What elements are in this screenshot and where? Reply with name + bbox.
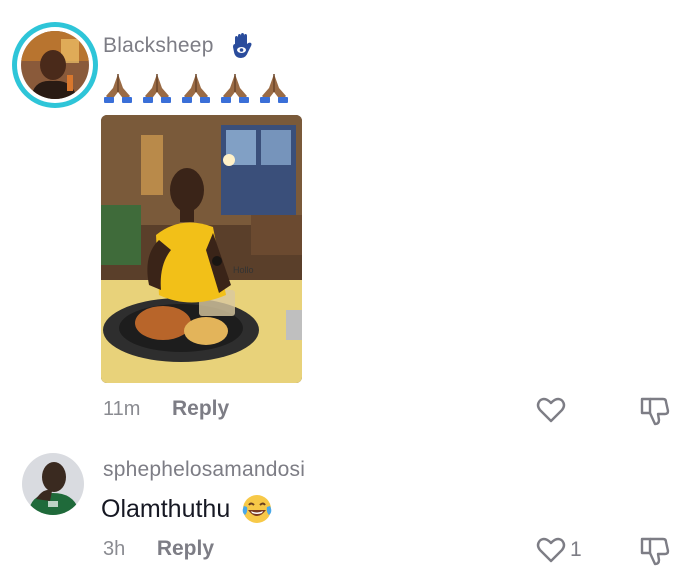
comment-meta: 3h Reply bbox=[103, 537, 214, 561]
folded-hands-icon bbox=[104, 74, 132, 103]
comment-time: 11m bbox=[103, 398, 141, 420]
folded-hands-icon bbox=[182, 74, 210, 103]
thumbs-down-icon[interactable] bbox=[637, 393, 671, 427]
comment-text-value: Olamthuthu bbox=[101, 494, 231, 523]
heart-icon[interactable] bbox=[535, 534, 567, 566]
folded-hands-icon bbox=[221, 74, 249, 103]
reply-button[interactable]: Reply bbox=[172, 397, 229, 420]
hamsa-hand-icon bbox=[233, 33, 252, 58]
comment-text: Olamthuthu bbox=[101, 492, 274, 526]
folded-hands-icon bbox=[260, 74, 288, 103]
comment-emoji-row bbox=[101, 70, 291, 104]
like-count: 1 bbox=[570, 538, 582, 561]
tears-of-joy-icon bbox=[242, 495, 272, 523]
comment-username[interactable]: sphephelosamandosi bbox=[103, 458, 305, 482]
avatar[interactable] bbox=[12, 22, 98, 108]
comment-item: Blacksheep Hollo 11m Reply bbox=[0, 0, 700, 440]
avatar-image bbox=[21, 31, 89, 99]
comment-item: sphephelosamandosi Olamthuthu 3h Reply 1 bbox=[0, 440, 700, 587]
avatar[interactable] bbox=[22, 453, 84, 515]
comment-photo[interactable]: Hollo bbox=[101, 115, 302, 383]
svg-text:Hollo: Hollo bbox=[233, 265, 254, 275]
comment-username[interactable]: Blacksheep bbox=[103, 34, 214, 58]
comment-time: 3h bbox=[103, 538, 126, 560]
thumbs-down-icon[interactable] bbox=[637, 533, 671, 567]
reply-button[interactable]: Reply bbox=[157, 537, 214, 560]
heart-icon[interactable] bbox=[535, 394, 567, 426]
folded-hands-icon bbox=[143, 74, 171, 103]
comment-meta: 11m Reply bbox=[103, 397, 229, 421]
